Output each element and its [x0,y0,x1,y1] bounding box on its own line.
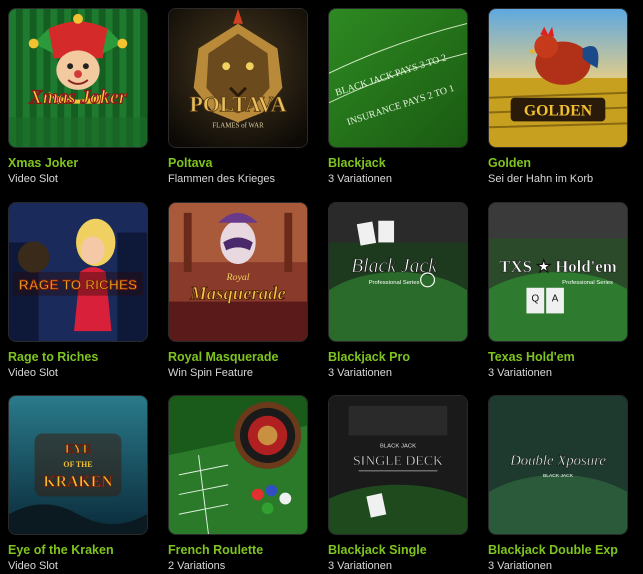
logo-text: POLTAVA [190,93,287,117]
game-title[interactable]: Rage to Riches [8,350,148,365]
game-card-french-roulette[interactable]: French Roulette 2 Variations [168,395,308,573]
game-thumbnail[interactable]: BLACK JACK PAYS 3 TO 2 INSURANCE PAYS 2 … [328,8,468,148]
game-thumbnail[interactable]: BLACK JACK SINGLE DECK [328,395,468,535]
game-thumbnail[interactable]: Xmas Joker [8,8,148,148]
blackjack-table-artwork: BLACK JACK PAYS 3 TO 2 INSURANCE PAYS 2 … [329,9,467,147]
game-subtitle: Video Slot [8,367,58,379]
game-title[interactable]: Eye of the Kraken [8,543,148,558]
game-thumbnail[interactable]: RAGE TO RICHES [8,202,148,342]
game-thumbnail[interactable]: Royal Masquerade [168,202,308,342]
rage-to-riches-artwork: RAGE TO RICHES [9,203,147,341]
logo-text: Xmas Joker [29,87,127,109]
logo-subtext: BLACK JACK [543,473,574,479]
texas-holdem-artwork: Q A TXS ★ Hold'em Professional Series [489,203,627,341]
game-subtitle: 3 Variationen [328,173,393,185]
logo-subtext: Professional Series [562,280,613,286]
card-q: Q [531,294,539,305]
game-title[interactable]: Royal Masquerade [168,350,308,365]
french-roulette-artwork [169,396,307,534]
game-subtitle: 2 Variations [168,560,226,572]
blackjack-single-artwork: BLACK JACK SINGLE DECK [329,396,467,534]
logo-text: GOLDEN [524,102,593,119]
game-card-blackjack-single[interactable]: BLACK JACK SINGLE DECK Blackjack Single … [328,395,468,573]
logo-text: RAGE TO RICHES [19,278,137,293]
game-subtitle: Sei der Hahn im Korb [488,173,594,185]
game-title[interactable]: Blackjack Double Exp [488,543,628,558]
game-subtitle: 3 Variationen [328,560,393,572]
logo-subtext: FLAMES of WAR [212,122,264,129]
game-card-rage-to-riches[interactable]: RAGE TO RICHES Rage to Riches Video Slot [8,202,148,380]
golden-rooster-artwork: GOLDEN [489,9,627,147]
game-thumbnail[interactable]: Black Jack Professional Series [328,202,468,342]
game-card-eye-of-the-kraken[interactable]: EYE OF THE KRAKEN Eye of the Kraken Vide… [8,395,148,573]
game-card-royal-masquerade[interactable]: Royal Masquerade Royal Masquerade Win Sp… [168,202,308,380]
game-title[interactable]: Texas Hold'em [488,350,628,365]
logo-subtext: Professional Series [369,280,420,286]
blackjack-pro-artwork: Black Jack Professional Series [329,203,467,341]
game-title[interactable]: Xmas Joker [8,156,148,171]
game-thumbnail[interactable]: GOLDEN [488,8,628,148]
game-title[interactable]: Golden [488,156,628,171]
game-card-texas-holdem[interactable]: Q A TXS ★ Hold'em Professional Series Te… [488,202,628,380]
game-subtitle: Video Slot [8,173,58,185]
game-card-xmas-joker[interactable]: Xmas Joker Xmas Joker Video Slot [8,8,148,186]
logo-text-mid: OF THE [63,460,92,469]
logo-text: SINGLE DECK [353,453,443,468]
game-thumbnail[interactable]: Double Xposure BLACK JACK [488,395,628,535]
logo-text: Masquerade [189,284,286,305]
game-title[interactable]: Blackjack Pro [328,350,468,365]
game-subtitle: 3 Variationen [488,560,553,572]
logo-text: TXS ★ Hold'em [499,257,616,276]
logo-text-top: EYE [65,442,91,456]
logo-subtext: BLACK JACK [380,443,416,449]
game-subtitle: 3 Variationen [328,367,393,379]
blackjack-double-exposure-artwork: Double Xposure BLACK JACK [489,396,627,534]
logo-text-bottom: KRAKEN [43,474,113,491]
game-subtitle: Flammen des Krieges [168,173,275,185]
logo-subtext: Royal [226,272,250,283]
game-card-golden[interactable]: GOLDEN Golden Sei der Hahn im Korb [488,8,628,186]
game-grid: Xmas Joker Xmas Joker Video Slot POLTAVA… [0,0,643,574]
game-title[interactable]: Blackjack Single [328,543,468,558]
game-card-blackjack-pro[interactable]: Black Jack Professional Series Blackjack… [328,202,468,380]
game-thumbnail[interactable]: Q A TXS ★ Hold'em Professional Series [488,202,628,342]
card-a: A [552,294,559,305]
game-thumbnail[interactable]: POLTAVA FLAMES of WAR [168,8,308,148]
poltava-artwork: POLTAVA FLAMES of WAR [169,9,307,147]
logo-text: Double Xposure [509,453,606,469]
game-card-blackjack[interactable]: BLACK JACK PAYS 3 TO 2 INSURANCE PAYS 2 … [328,8,468,186]
game-title[interactable]: Blackjack [328,156,468,171]
eye-of-the-kraken-artwork: EYE OF THE KRAKEN [9,396,147,534]
game-subtitle: Video Slot [8,560,58,572]
game-subtitle: Win Spin Feature [168,367,253,379]
game-card-blackjack-double-exp[interactable]: Double Xposure BLACK JACK Blackjack Doub… [488,395,628,573]
royal-masquerade-artwork: Royal Masquerade [169,203,307,341]
game-title[interactable]: Poltava [168,156,308,171]
xmas-joker-artwork: Xmas Joker [9,9,147,147]
game-card-poltava[interactable]: POLTAVA FLAMES of WAR Poltava Flammen de… [168,8,308,186]
game-subtitle: 3 Variationen [488,367,553,379]
game-thumbnail[interactable] [168,395,308,535]
game-thumbnail[interactable]: EYE OF THE KRAKEN [8,395,148,535]
game-title[interactable]: French Roulette [168,543,308,558]
